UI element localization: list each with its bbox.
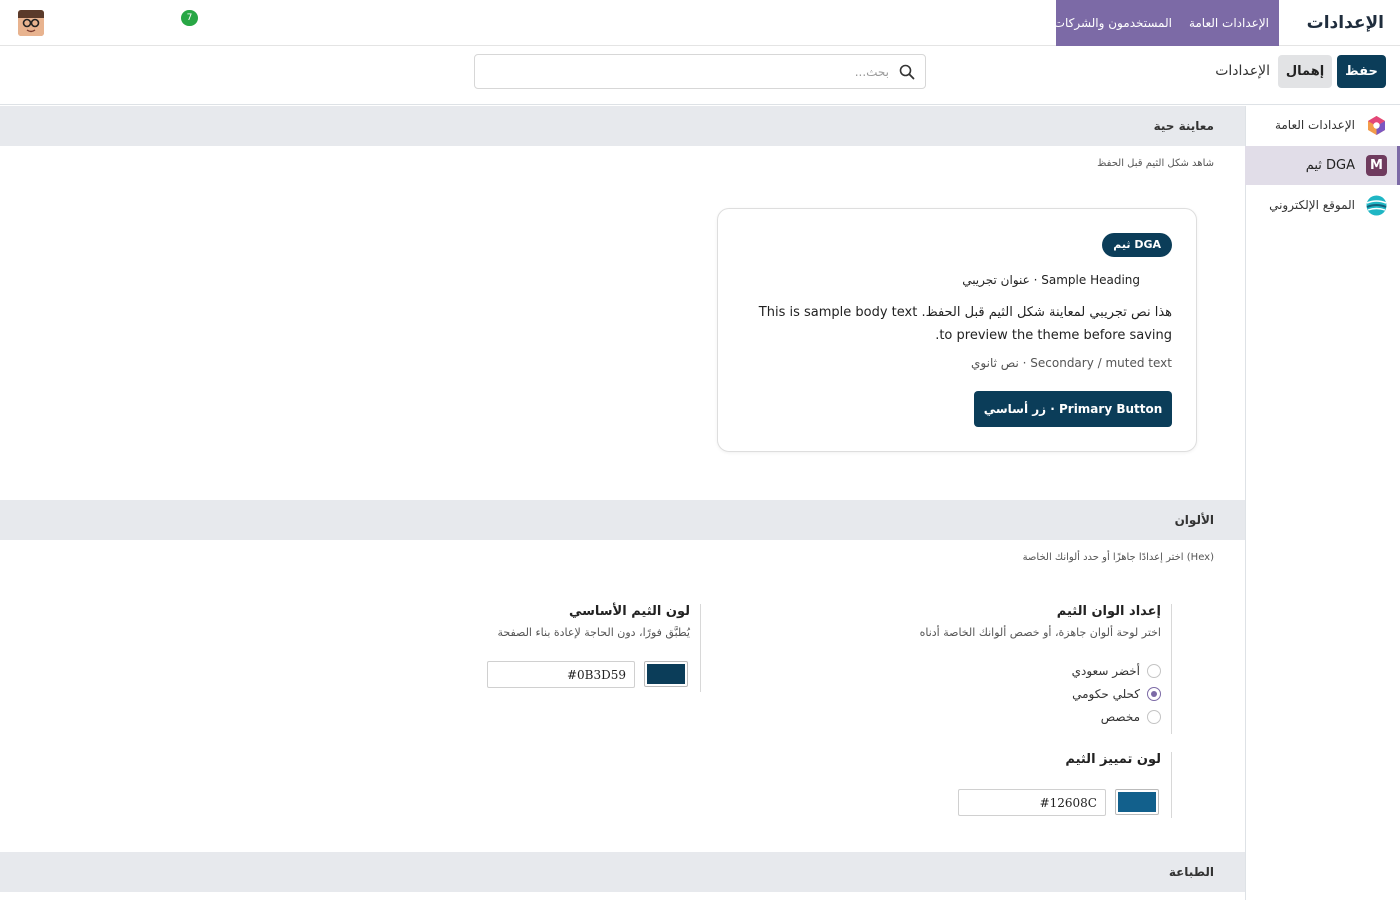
section-description: اختر إعدادًا جاهزًا أو حدد ألوانك الخاصة… [1022,552,1214,563]
primary-color-fill [647,664,685,684]
radio-button-checked[interactable] [1147,687,1161,701]
settings-sidebar: الإعدادات العامة M ثيم DGA الموقع الإلكت… [1245,106,1400,900]
save-button[interactable]: حفظ [1337,55,1386,88]
accent-color-hex-input[interactable] [958,789,1106,816]
radio-label: كحلي حكومي [1072,687,1140,701]
setting-title: إعداد الوان الثيم [1056,604,1161,619]
activity-badge[interactable]: 7 [181,10,198,26]
section-live-preview: معاينة حية [0,106,1245,146]
radio-saudi-green[interactable]: أخضر سعودي [961,662,1161,680]
sidebar-item-dga-theme[interactable]: M ثيم DGA [1245,146,1400,185]
search-input[interactable] [489,55,889,88]
primary-color-swatch[interactable] [644,661,688,687]
sidebar-item-general-settings[interactable]: الإعدادات العامة [1245,106,1400,145]
primary-color-hex-input[interactable] [487,661,635,688]
avatar-icon [18,10,44,36]
nav-users-companies[interactable]: المستخدمون والشركات [1054,0,1172,46]
sample-muted-text: نص ثانوي · Secondary / muted text [971,356,1172,370]
setting-description: اختر لوحة ألوان جاهزة، أو خصص ألوانك الخ… [919,626,1161,639]
control-panel: حفظ إهمال الإعدادات [0,46,1400,105]
sample-heading: عنوان تجريبي · Sample Heading [962,273,1140,287]
radio-label: أخضر سعودي [1071,664,1140,678]
sidebar-item-label: الموقع الإلكتروني [1269,198,1355,212]
section-colors: الألوان [0,500,1245,540]
theme-m-icon: M [1366,155,1387,176]
website-icon [1366,195,1387,216]
accent-color-swatch[interactable] [1115,789,1159,815]
sample-primary-button[interactable]: زر أساسي · Primary Button [974,391,1172,427]
sample-body-text: هذا نص تجريبي لمعاينة شكل الثيم قبل الحف… [758,305,1172,343]
radio-label: مخصص [1100,710,1140,724]
nav-general-settings[interactable]: الإعدادات العامة [1189,0,1269,46]
search-icon[interactable] [899,64,915,80]
top-navbar: الإعدادات الإعدادات العامة المستخدمون وا… [0,0,1400,46]
section-typography: الطباعة [0,852,1245,892]
settings-main: معاينة حية شاهد شكل الثيم قبل الحفظ ثيم … [0,106,1245,900]
accent-color-setting: لون تمييز الثيم [872,752,1172,818]
radio-button[interactable] [1147,710,1161,724]
theme-badge: ثيم DGA [1102,233,1172,257]
accent-color-fill [1118,792,1156,812]
sidebar-item-label: ثيم DGA [1305,158,1355,173]
app-brand[interactable]: الإعدادات [1307,0,1384,46]
setting-description: يُطبَّق فورًا، دون الحاجة لإعادة بناء ال… [497,626,690,639]
section-title: الألوان [1174,513,1214,527]
user-avatar[interactable] [18,10,44,36]
section-title: الطباعة [1168,865,1214,879]
sidebar-item-label: الإعدادات العامة [1274,118,1355,132]
theme-preview-card: ثيم DGA عنوان تجريبي · Sample Heading هذ… [717,208,1197,452]
radio-button[interactable] [1147,664,1161,678]
radio-government-navy[interactable]: كحلي حكومي [961,685,1161,703]
primary-color-setting: لون الثيم الأساسي يُطبَّق فورًا، دون الح… [401,604,701,692]
theme-color-preset-setting: إعداد الوان الثيم اختر لوحة ألوان جاهزة،… [792,604,1172,734]
section-title: معاينة حية [1153,119,1214,133]
setting-title: لون تمييز الثيم [1065,752,1161,767]
radio-custom[interactable]: مخصص [961,708,1161,726]
discard-button[interactable]: إهمال [1278,55,1332,88]
search-box[interactable] [474,54,926,89]
settings-app-icon [1368,116,1385,135]
section-description: شاهد شكل الثيم قبل الحفظ [1097,158,1214,169]
setting-title: لون الثيم الأساسي [568,604,690,619]
nav-menu: الإعدادات العامة المستخدمون والشركات [1054,0,1279,46]
breadcrumb: الإعدادات [1215,63,1270,79]
sidebar-item-website[interactable]: الموقع الإلكتروني [1245,186,1400,225]
